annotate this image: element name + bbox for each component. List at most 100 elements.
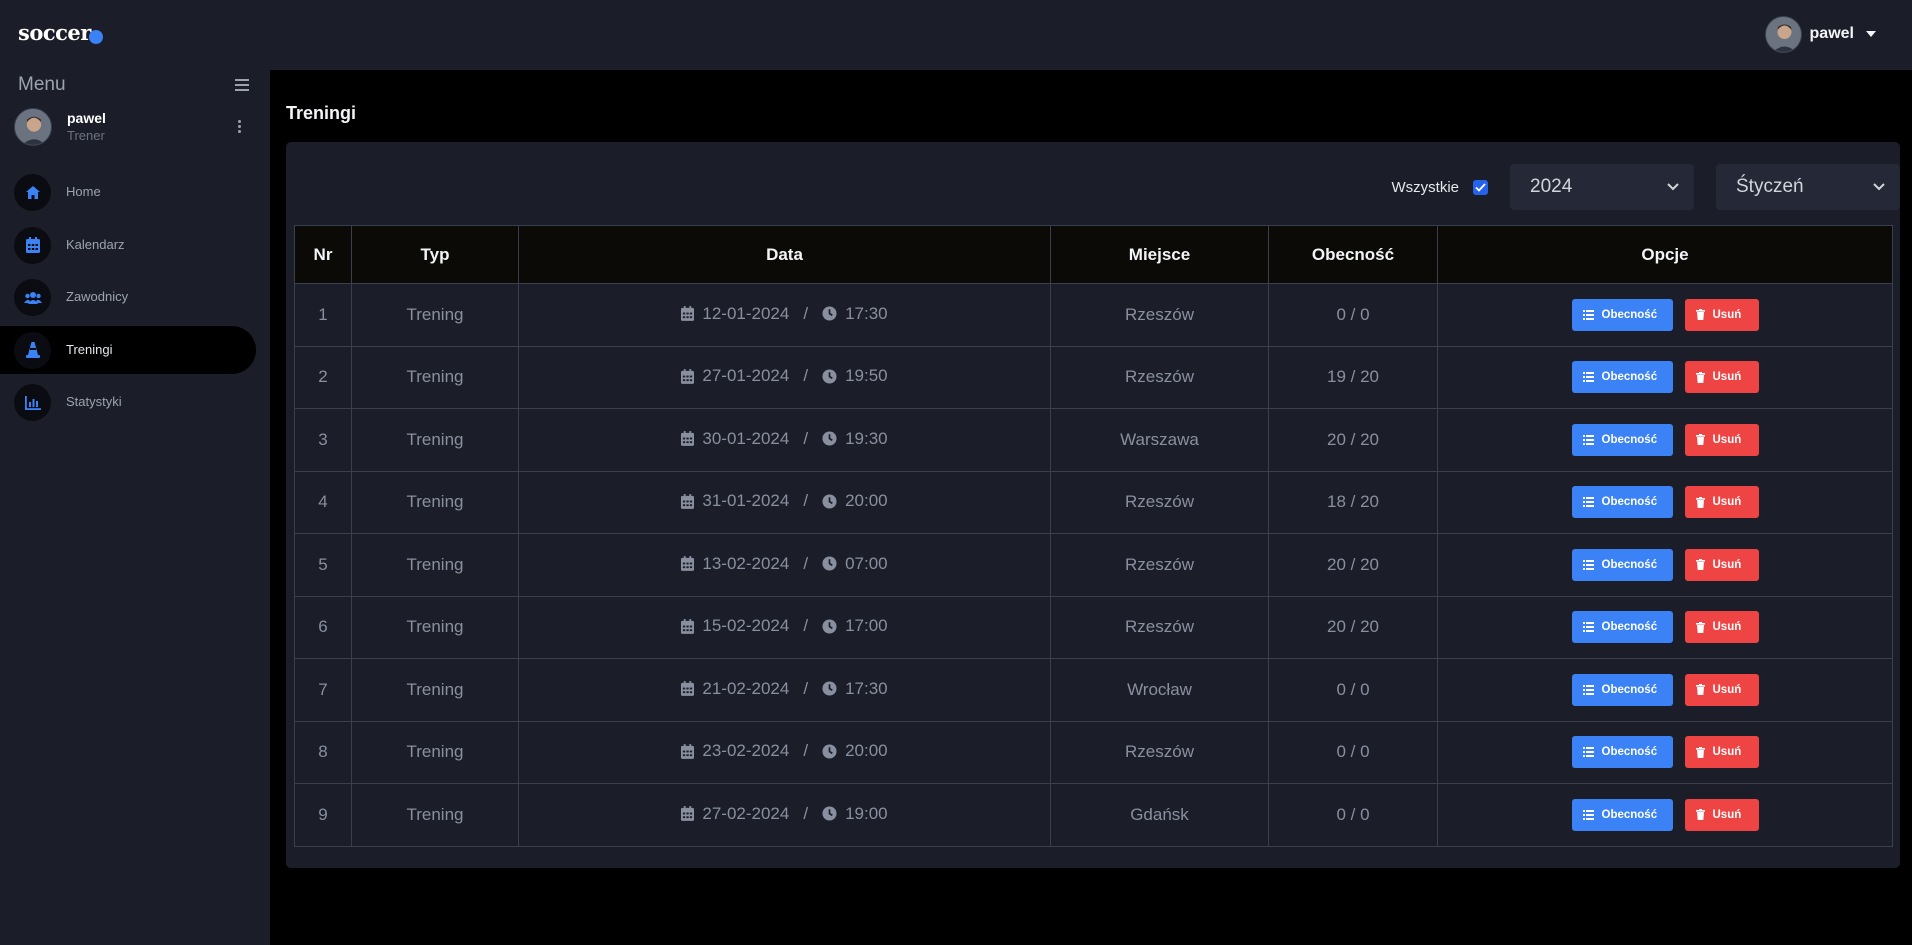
year-select[interactable]: 2024 — [1510, 164, 1694, 210]
attendance-button[interactable]: Obecność — [1571, 736, 1673, 769]
delete-button-label: Usuń — [1712, 371, 1742, 384]
date-separator: / — [803, 678, 809, 698]
delete-button[interactable]: Usuń — [1684, 298, 1759, 331]
table-row: 3 Trening 30-01-2024 / 19:30 Warszawa 20… — [294, 408, 1893, 472]
kebab-menu-icon[interactable] — [238, 120, 242, 135]
row-options: Obecność Usuń — [1437, 408, 1893, 472]
attendance-button[interactable]: Obecność — [1571, 548, 1673, 581]
attendance-button[interactable]: Obecność — [1571, 361, 1673, 394]
attendance-button-label: Obecność — [1601, 746, 1658, 759]
row-time: 17:00 — [845, 616, 888, 635]
calendar-icon — [681, 806, 695, 821]
calendar-icon — [681, 681, 695, 696]
all-filter-checkbox[interactable] — [1473, 179, 1488, 195]
filters-bar: Wszystkie 2024 Śtyczeń — [1392, 164, 1900, 210]
year-select-value: 2024 — [1530, 176, 1573, 197]
delete-button[interactable]: Usuń — [1684, 736, 1759, 769]
avatar — [14, 108, 52, 146]
row-attendance: 20 / 20 — [1268, 595, 1438, 659]
delete-button-label: Usuń — [1712, 308, 1742, 321]
row-date: 23-02-2024 — [702, 741, 790, 760]
attendance-button[interactable]: Obecność — [1571, 298, 1673, 331]
row-time: 19:30 — [845, 428, 888, 448]
table-row: 4 Trening 31-01-2024 / 20:00 Rzeszów 18 … — [294, 470, 1893, 534]
date-separator: / — [803, 616, 809, 635]
clock-icon — [822, 743, 837, 759]
row-place: Rzeszów — [1050, 533, 1269, 597]
attendance-button[interactable]: Obecność — [1571, 423, 1673, 456]
row-date: 12-01-2024 — [702, 303, 790, 323]
delete-button[interactable]: Usuń — [1684, 798, 1759, 831]
delete-button-label: Usuń — [1712, 621, 1742, 634]
delete-button[interactable]: Usuń — [1684, 548, 1759, 581]
sidebar: Menu pawel Trener Home Kalendarz Zawodni… — [0, 70, 270, 945]
month-select[interactable]: Śtyczeń — [1716, 164, 1900, 210]
header-username: pawel — [1809, 25, 1854, 42]
sidebar-item-kalendarz[interactable]: Kalendarz — [0, 221, 256, 269]
sidebar-nav: Home Kalendarz Zawodnicy Treningi Statys… — [0, 168, 270, 431]
date-separator: / — [803, 366, 809, 385]
row-attendance: 20 / 20 — [1268, 533, 1438, 597]
delete-button[interactable]: Usuń — [1684, 673, 1759, 706]
sidebar-item-home[interactable]: Home — [0, 168, 256, 216]
row-options: Obecność Usuń — [1437, 533, 1893, 597]
attendance-button[interactable]: Obecność — [1571, 611, 1673, 644]
sidebar-item-statystyki[interactable]: Statystyki — [0, 378, 256, 426]
row-attendance: 19 / 20 — [1268, 345, 1438, 409]
row-attendance: 0 / 0 — [1268, 783, 1438, 847]
row-nr: 8 — [294, 720, 352, 784]
delete-button-label: Usuń — [1712, 683, 1742, 696]
list-icon — [1582, 559, 1594, 570]
row-date: 27-02-2024 — [702, 803, 790, 823]
table-row: 7 Trening 21-02-2024 / 17:30 Wrocław 0 /… — [294, 658, 1893, 722]
attendance-button[interactable]: Obecność — [1571, 486, 1673, 519]
row-time: 20:00 — [845, 741, 888, 760]
sidebar-item-label: Statystyki — [66, 394, 122, 409]
date-separator: / — [803, 741, 809, 760]
row-nr: 4 — [294, 470, 352, 534]
row-nr: 3 — [294, 408, 352, 472]
list-icon — [1582, 497, 1594, 508]
delete-button[interactable]: Usuń — [1684, 486, 1759, 519]
row-attendance: 18 / 20 — [1268, 470, 1438, 534]
date-separator: / — [803, 303, 809, 323]
chevron-down-icon — [1667, 183, 1679, 191]
attendance-button-label: Obecność — [1601, 558, 1658, 571]
column-header-data: Data — [518, 225, 1051, 284]
app-logo[interactable]: soccer — [18, 20, 91, 45]
sidebar-item-treningi[interactable]: Treningi — [0, 325, 256, 374]
hamburger-icon[interactable] — [235, 79, 249, 94]
attendance-button-label: Obecność — [1601, 621, 1658, 634]
list-icon — [1582, 684, 1594, 695]
row-datetime: 21-02-2024 / 17:30 — [518, 658, 1051, 722]
delete-button-label: Usuń — [1712, 433, 1742, 446]
delete-button[interactable]: Usuń — [1684, 611, 1759, 644]
sidebar-item-zawodnicy[interactable]: Zawodnicy — [0, 273, 256, 321]
sidebar-user-role: Trener — [67, 128, 105, 143]
attendance-button[interactable]: Obecność — [1571, 798, 1673, 831]
chart-icon — [14, 384, 51, 421]
clock-icon — [822, 556, 837, 571]
column-header-opcje: Opcje — [1437, 225, 1893, 284]
delete-button[interactable]: Usuń — [1684, 423, 1759, 456]
row-time: 17:30 — [845, 678, 888, 698]
row-options: Obecność Usuń — [1437, 470, 1893, 534]
row-options: Obecność Usuń — [1437, 783, 1893, 847]
attendance-button[interactable]: Obecność — [1571, 673, 1673, 706]
row-place: Wrocław — [1050, 658, 1269, 722]
calendar-icon — [681, 493, 695, 509]
user-menu[interactable]: pawel — [1764, 15, 1876, 53]
row-type: Trening — [351, 470, 519, 534]
menu-title: Menu — [18, 74, 66, 95]
sidebar-item-label: Zawodnicy — [66, 289, 129, 304]
row-datetime: 27-02-2024 / 19:00 — [518, 783, 1051, 847]
row-type: Trening — [351, 533, 519, 597]
delete-button[interactable]: Usuń — [1684, 361, 1759, 394]
attendance-button-label: Obecność — [1601, 371, 1658, 384]
calendar-icon — [14, 226, 51, 264]
row-datetime: 27-01-2024 / 19:50 — [518, 345, 1051, 409]
row-datetime: 13-02-2024 / 07:00 — [518, 533, 1051, 597]
row-type: Trening — [351, 595, 519, 659]
row-time: 07:00 — [845, 553, 888, 573]
chevron-down-icon[interactable] — [1866, 31, 1876, 37]
